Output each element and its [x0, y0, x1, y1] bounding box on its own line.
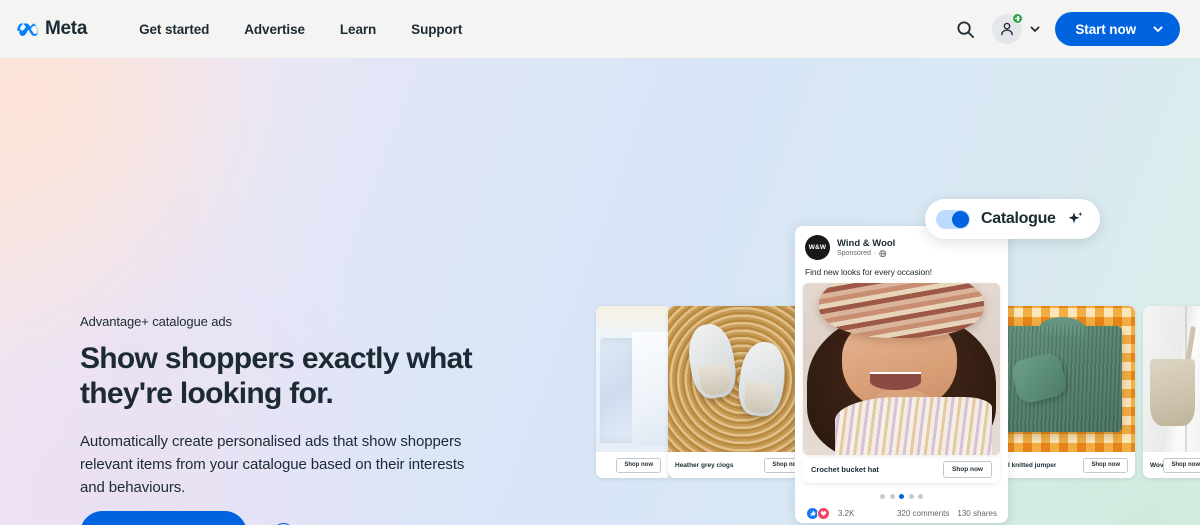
carousel-dot[interactable] — [880, 494, 885, 499]
avatar — [992, 13, 1024, 44]
reaction-count: 3.2K — [838, 509, 855, 518]
featured-product-title: Crochet bucket hat — [811, 464, 879, 474]
product-image-jeans — [596, 306, 668, 452]
ad-post-caption: Find new looks for every occasion! — [805, 267, 932, 277]
shop-now-button[interactable]: Shop now — [1083, 457, 1128, 473]
featured-shop-now-button[interactable]: Shop now — [942, 460, 992, 478]
hero-cta-row: Download guide Create ad — [80, 511, 368, 525]
globe-icon — [879, 250, 887, 258]
meta-logo-text: Meta — [45, 18, 88, 39]
carousel-dot[interactable] — [889, 494, 895, 499]
header-actions: Start now — [952, 12, 1180, 46]
toggle-knob — [952, 210, 969, 228]
reaction-icons: 3.2K — [806, 507, 854, 520]
ad-post-media[interactable] — [803, 283, 1000, 455]
account-menu-button[interactable] — [992, 13, 1041, 44]
brand-name: Wind & Wool — [837, 237, 896, 249]
sponsored-label: Sponsored — [837, 250, 871, 258]
product-card-jeans[interactable]: Shop now — [596, 306, 668, 478]
ad-post-meta: Sponsored · — [837, 250, 895, 258]
brand-avatar: W&W — [805, 235, 830, 260]
carousel-dot-active[interactable] — [899, 494, 904, 499]
ad-post-card: W&W Wind & Wool Sponsored · Find new loo… — [795, 226, 1008, 523]
search-button[interactable] — [952, 16, 978, 42]
shop-now-button[interactable]: Shop now — [1163, 457, 1200, 473]
nav-item-get-started[interactable]: Get started — [139, 22, 209, 37]
nav-item-advertise[interactable]: Advertise — [244, 22, 305, 37]
carousel-dot[interactable] — [918, 494, 923, 499]
chevron-down-icon — [1153, 26, 1163, 32]
featured-product-footer: Crochet bucket hat Shop now — [803, 455, 1000, 483]
start-now-label: Start now — [1075, 21, 1136, 37]
nav-item-support[interactable]: Support — [411, 22, 462, 37]
chevron-down-icon — [1030, 26, 1040, 32]
main-nav: Get started Advertise Learn Support — [139, 22, 462, 37]
product-title: Woven tote bag — [1150, 461, 1164, 469]
sparkle-icon — [1068, 211, 1083, 223]
hero-visual: Shop now Heather grey clogs Shop now Woo… — [592, 58, 1200, 525]
carousel-dot[interactable] — [908, 494, 914, 499]
product-card-jumper[interactable]: Wool knitted jumper Shop now — [987, 306, 1135, 478]
product-footer: Woven tote bag Shop now — [1143, 452, 1200, 478]
meta-infinity-logo-icon — [17, 23, 38, 36]
ad-post-stats: 3.2K 320 comments 130 shares — [795, 499, 1008, 520]
toggle-switch-on-icon[interactable] — [936, 209, 970, 229]
hero-eyebrow: Advantage+ catalogue ads — [80, 314, 232, 329]
meta-separator: · — [873, 250, 877, 258]
catalogue-toggle-label: Catalogue — [981, 210, 1056, 227]
download-guide-button[interactable]: Download guide — [80, 511, 247, 525]
product-footer: Shop now — [596, 452, 668, 478]
search-icon — [957, 20, 974, 38]
engagement-stats: 320 comments 130 shares — [897, 509, 997, 518]
nav-item-learn[interactable]: Learn — [340, 22, 376, 37]
shares-count: 130 shares — [957, 509, 997, 518]
heart-icon — [817, 507, 830, 520]
hero-subcopy: Automatically create personalised ads th… — [80, 433, 465, 496]
site-header: Meta Get started Advertise Learn Support — [0, 0, 1200, 58]
catalogue-toggle-pill[interactable]: Catalogue — [925, 199, 1100, 239]
product-title: Heather grey clogs — [675, 461, 734, 469]
hero-copy: Advantage+ catalogue ads Show shoppers e… — [80, 314, 540, 500]
product-image-jumper — [987, 306, 1135, 452]
product-card-tote[interactable]: Woven tote bag Shop now — [1143, 306, 1200, 478]
plus-badge-icon — [1012, 13, 1024, 24]
product-image-tote — [1143, 306, 1200, 452]
person-icon — [1001, 22, 1014, 36]
product-footer: Wool knitted jumper Shop now — [987, 452, 1135, 478]
product-image-clogs — [668, 306, 816, 452]
shop-now-button[interactable]: Shop now — [616, 457, 661, 473]
hero-section: Advantage+ catalogue ads Show shoppers e… — [0, 58, 1200, 525]
page-title: Show shoppers exactly what they're looki… — [80, 342, 473, 411]
meta-logo[interactable]: Meta — [16, 18, 87, 40]
product-card-clogs[interactable]: Heather grey clogs Shop now — [668, 306, 816, 478]
start-now-button[interactable]: Start now — [1055, 12, 1180, 46]
product-footer: Heather grey clogs Shop now — [668, 452, 816, 478]
comments-count: 320 comments — [896, 509, 950, 518]
